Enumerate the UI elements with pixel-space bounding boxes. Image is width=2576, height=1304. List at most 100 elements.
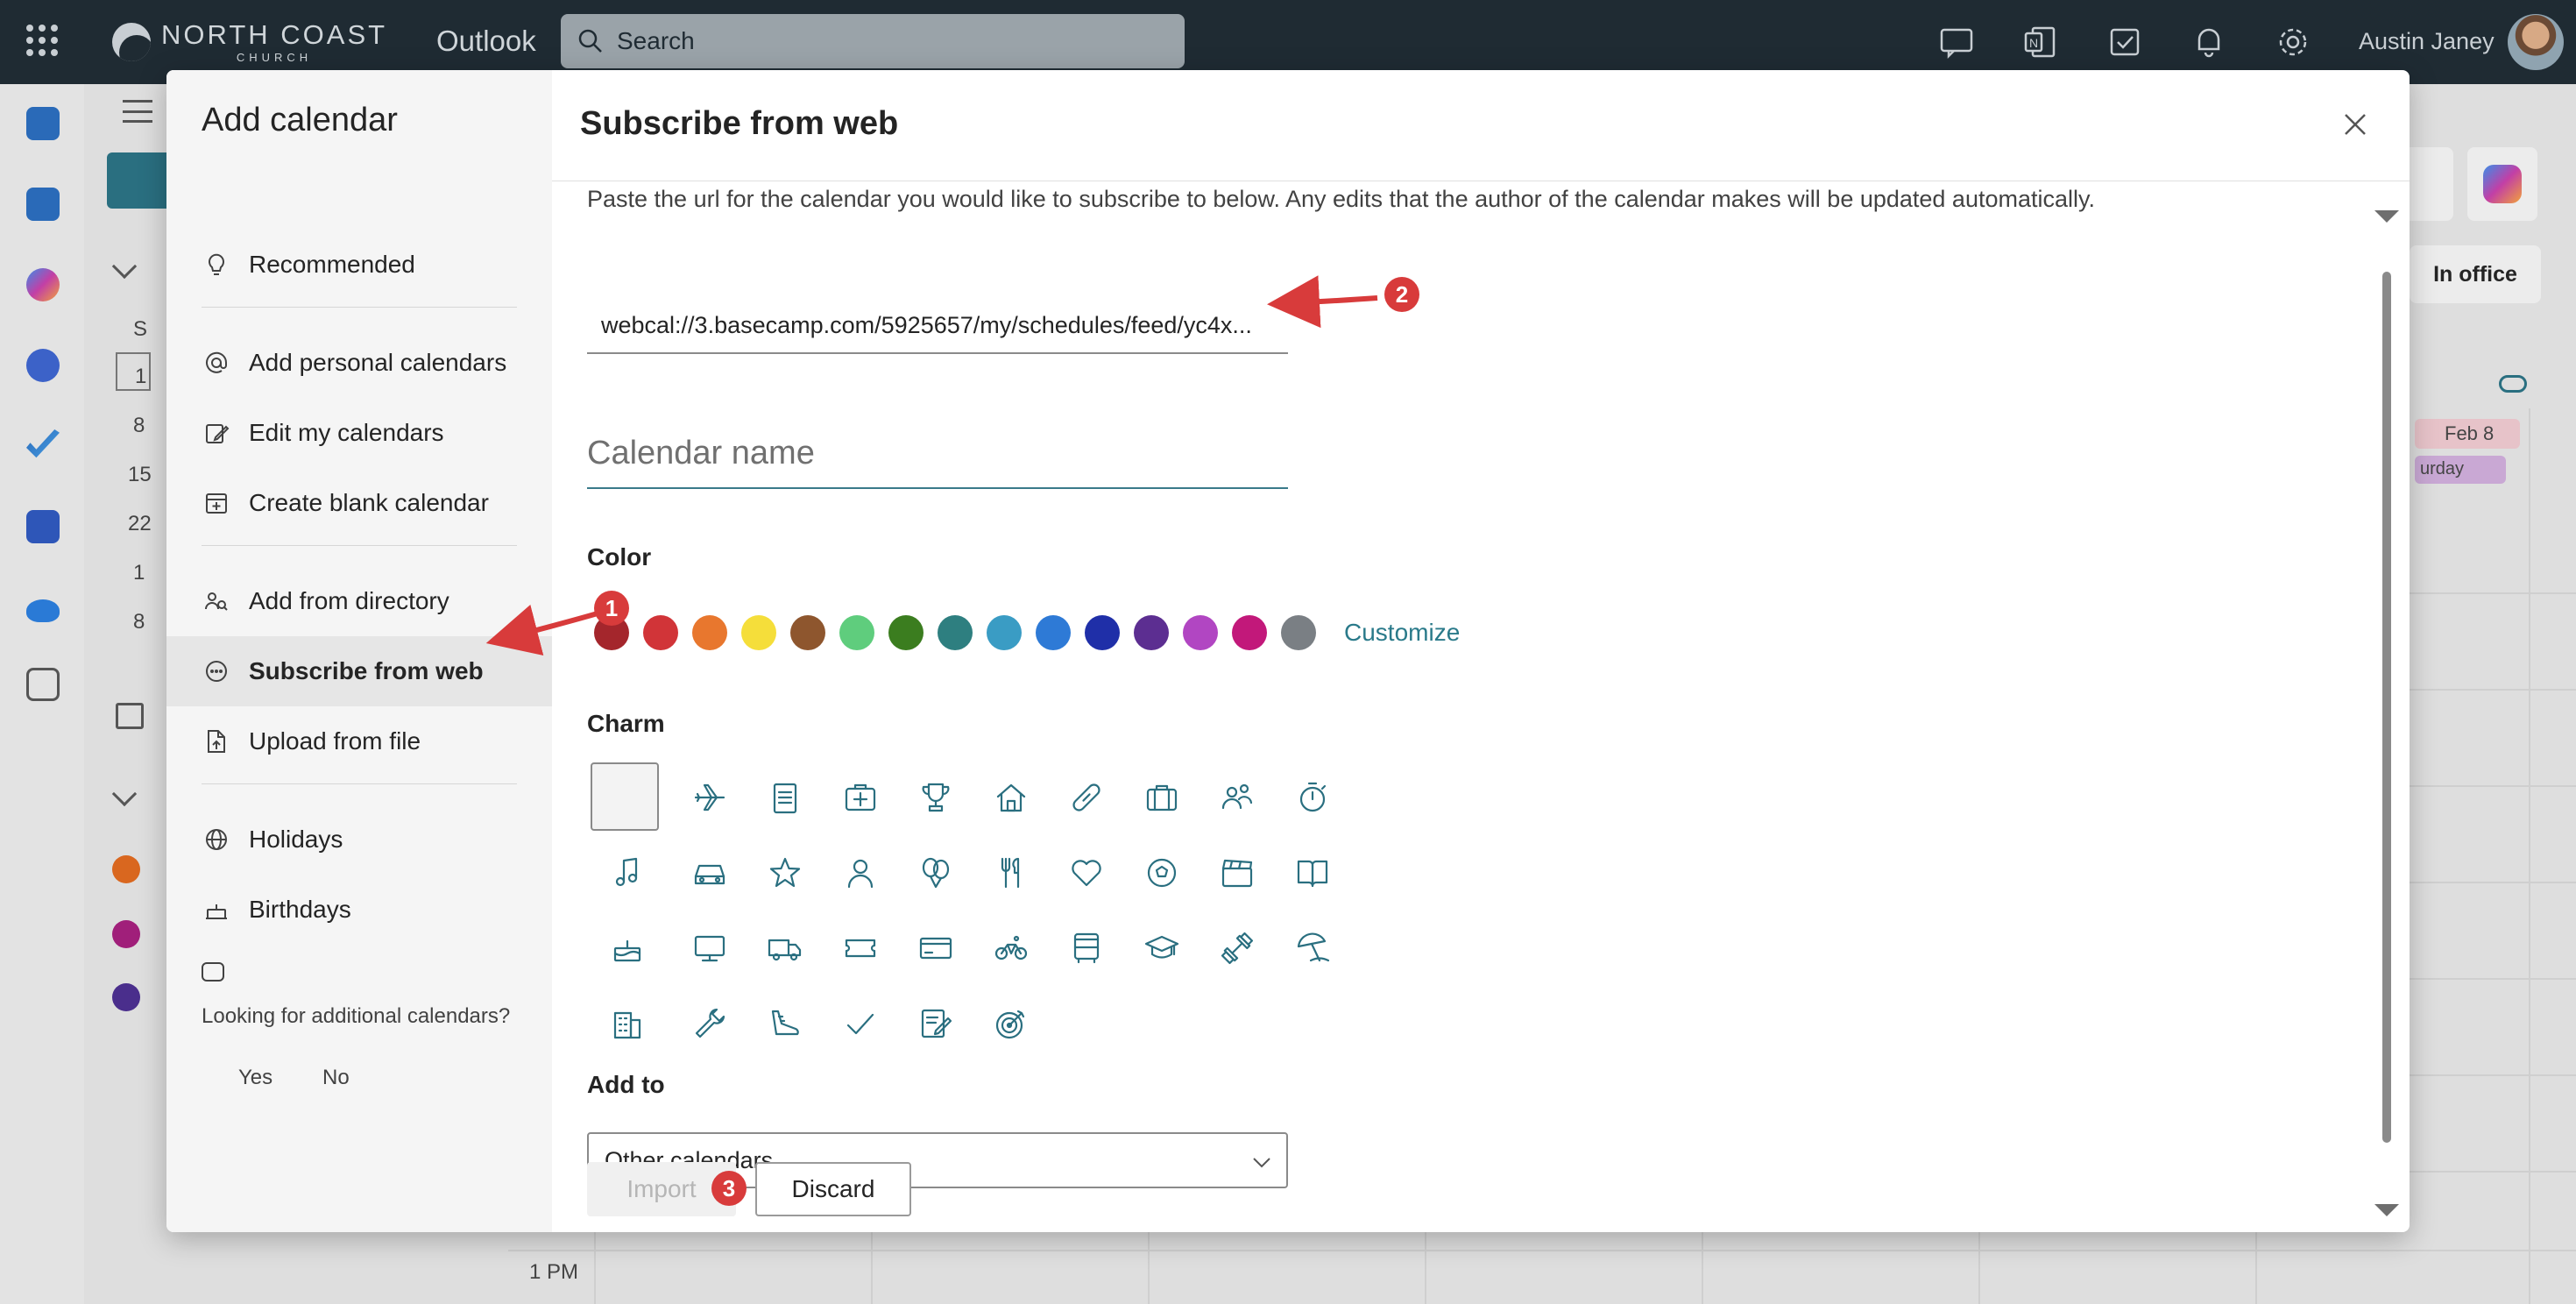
app-launcher-icon[interactable] (26, 25, 58, 56)
medical-bag-icon[interactable] (834, 771, 887, 824)
status-button[interactable]: In office (2410, 245, 2541, 303)
scroll-thumb[interactable] (2382, 272, 2391, 1143)
nav-holidays[interactable]: Holidays (166, 804, 552, 875)
avatar[interactable] (2508, 14, 2564, 70)
star-icon[interactable] (759, 847, 811, 899)
monitor-icon[interactable] (683, 922, 736, 974)
book-icon[interactable] (1286, 847, 1339, 899)
calendar-check-purple[interactable] (112, 983, 140, 1011)
home-icon[interactable] (985, 771, 1037, 824)
chevron-down-icon[interactable] (111, 781, 138, 807)
people-icon[interactable] (1211, 771, 1263, 824)
bandage-icon[interactable] (1060, 771, 1113, 824)
timer-icon[interactable] (1286, 771, 1339, 824)
airplane-icon[interactable] (683, 771, 736, 824)
nav-add-directory[interactable]: Add from directory (166, 566, 552, 636)
color-swatch[interactable] (888, 615, 924, 650)
heart-icon[interactable] (1060, 847, 1113, 899)
more-apps-icon[interactable] (26, 668, 60, 701)
add-calendar-icon[interactable] (116, 703, 144, 729)
truck-icon[interactable] (759, 922, 811, 974)
car-icon[interactable] (683, 847, 736, 899)
teams-chat-icon[interactable] (1936, 23, 1977, 61)
mini-cal-day[interactable]: 8 (133, 414, 145, 438)
target-icon[interactable] (985, 997, 1037, 1050)
color-swatch[interactable] (692, 615, 727, 650)
nav-subscribe-web[interactable]: Subscribe from web (166, 636, 552, 706)
color-swatch[interactable] (790, 615, 825, 650)
save-icon[interactable] (26, 510, 60, 543)
close-icon[interactable] (2341, 110, 2369, 138)
mini-cal-day[interactable]: 15 (128, 463, 152, 487)
calendar-check-magenta[interactable] (112, 920, 140, 948)
building-icon[interactable] (601, 997, 654, 1050)
mini-cal-day[interactable]: 1 (133, 561, 145, 585)
discard-button[interactable]: Discard (755, 1162, 911, 1216)
calendar-check-orange[interactable] (112, 855, 140, 883)
color-swatch[interactable] (1134, 615, 1169, 650)
person-icon[interactable] (834, 847, 887, 899)
no-link[interactable]: No (322, 1066, 350, 1090)
url-input[interactable]: webcal://3.basecamp.com/5925657/my/sched… (587, 298, 1288, 354)
mini-cal-day[interactable]: 8 (133, 610, 145, 634)
color-swatch[interactable] (987, 615, 1022, 650)
nav-birthdays[interactable]: Birthdays (166, 875, 552, 945)
scroll-up-icon[interactable] (2374, 210, 2399, 223)
yes-link[interactable]: Yes (238, 1066, 272, 1090)
view-dropdown[interactable] (2410, 147, 2453, 221)
color-swatch[interactable] (839, 615, 874, 650)
clapperboard-icon[interactable] (1211, 847, 1263, 899)
color-swatch[interactable] (1183, 615, 1218, 650)
copilot-button[interactable] (2467, 147, 2537, 221)
mini-cal-day[interactable]: 22 (128, 512, 152, 536)
nav-upload-file[interactable]: Upload from file (166, 706, 552, 776)
cake-icon[interactable] (601, 922, 654, 974)
nav-edit-calendars[interactable]: Edit my calendars (166, 398, 552, 468)
color-swatch[interactable] (1036, 615, 1071, 650)
day-event[interactable]: urday (2415, 456, 2506, 484)
scroll-down-icon[interactable] (2374, 1204, 2399, 1216)
onedrive-icon[interactable] (26, 599, 60, 622)
color-swatch[interactable] (643, 615, 678, 650)
app-name[interactable]: Outlook (436, 25, 536, 58)
chevron-down-icon[interactable] (111, 253, 138, 280)
people-icon[interactable] (26, 349, 60, 382)
task-list-icon[interactable] (909, 997, 962, 1050)
beach-umbrella-icon[interactable] (1286, 922, 1339, 974)
soccer-ball-icon[interactable] (1136, 847, 1188, 899)
date-nav[interactable]: Feb 8 (2415, 419, 2520, 449)
brand-logo[interactable]: NORTH COAST CHURCH (112, 18, 387, 67)
trophy-icon[interactable] (909, 771, 962, 824)
bicycle-icon[interactable] (985, 922, 1037, 974)
music-note-icon[interactable] (601, 847, 654, 899)
color-swatch[interactable] (1085, 615, 1120, 650)
nav-add-personal[interactable]: Add personal calendars (166, 328, 552, 398)
color-swatch[interactable] (1281, 615, 1316, 650)
tasks-icon[interactable] (2105, 23, 2145, 61)
nav-recommended[interactable]: Recommended (166, 230, 552, 300)
search-box[interactable]: Search (561, 14, 1185, 68)
onenote-icon[interactable]: N (2020, 23, 2061, 61)
mail-icon[interactable] (26, 107, 60, 140)
ticket-icon[interactable] (834, 922, 887, 974)
charm-none[interactable] (591, 762, 659, 831)
sneaker-icon[interactable] (759, 997, 811, 1050)
bus-icon[interactable] (1060, 922, 1113, 974)
color-swatch[interactable] (1232, 615, 1267, 650)
balloons-icon[interactable] (909, 847, 962, 899)
utensils-icon[interactable] (985, 847, 1037, 899)
clipboard-icon[interactable] (759, 771, 811, 824)
briefcase-icon[interactable] (1136, 771, 1188, 824)
calendar-icon[interactable] (26, 188, 60, 221)
hamburger-icon[interactable] (123, 100, 152, 123)
todo-icon[interactable] (26, 429, 60, 458)
customize-link[interactable]: Customize (1344, 619, 1460, 647)
mini-cal-day[interactable]: 1 (135, 365, 146, 389)
graduation-cap-icon[interactable] (1136, 922, 1188, 974)
dumbbell-icon[interactable] (1211, 922, 1263, 974)
nav-create-blank[interactable]: Create blank calendar (166, 468, 552, 538)
gear-icon[interactable] (2273, 23, 2313, 61)
bell-icon[interactable] (2189, 23, 2229, 61)
color-swatch[interactable] (938, 615, 973, 650)
calendar-name-input[interactable] (587, 419, 1288, 489)
